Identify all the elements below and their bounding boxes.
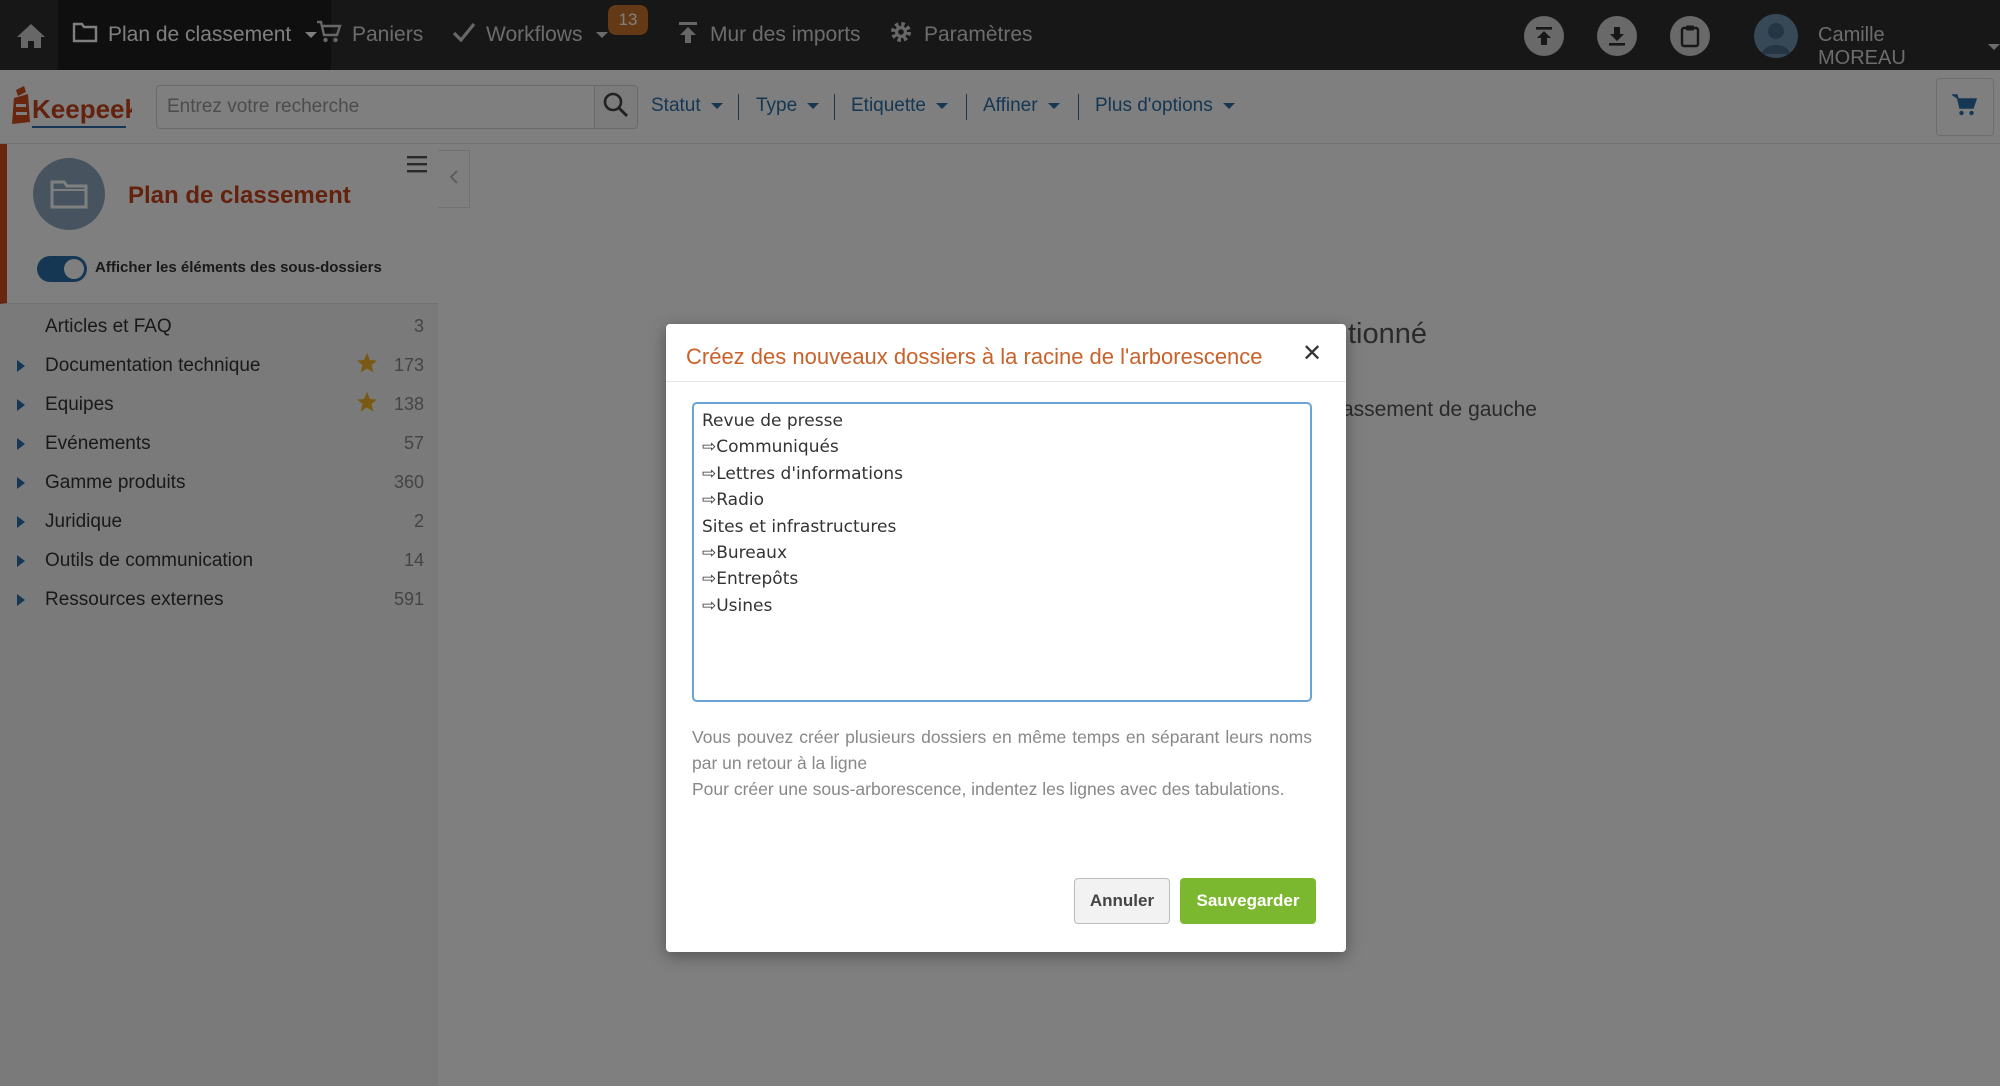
cancel-button[interactable]: Annuler [1074,878,1170,924]
close-icon[interactable]: ✕ [1302,342,1322,366]
help-line: Vous pouvez créer plusieurs dossiers en … [692,727,1312,773]
dialog-header: Créez des nouveaux dossiers à la racine … [666,324,1346,382]
folder-names-textarea[interactable] [692,402,1312,702]
dialog-help-text: Vous pouvez créer plusieurs dossiers en … [692,724,1312,802]
help-line: Pour créer une sous-arborescence, indent… [692,779,1285,799]
create-folders-dialog: Créez des nouveaux dossiers à la racine … [666,324,1346,952]
dialog-title: Créez des nouveaux dossiers à la racine … [686,344,1263,369]
save-button[interactable]: Sauvegarder [1180,878,1316,924]
